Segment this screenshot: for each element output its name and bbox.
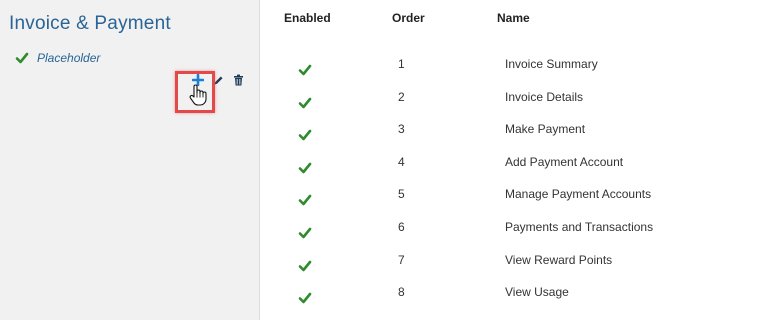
table-row[interactable]: 2 Invoice Details	[262, 80, 768, 113]
sidebar-title: Invoice & Payment	[9, 13, 171, 34]
order-cell: 3	[398, 122, 405, 137]
table-row[interactable]: 7 View Reward Points	[262, 243, 768, 276]
check-icon[interactable]	[298, 226, 312, 240]
tree-item-placeholder[interactable]: Placeholder	[15, 51, 100, 65]
check-icon	[15, 51, 29, 65]
name-cell: Manage Payment Accounts	[505, 187, 652, 202]
name-cell: View Reward Points	[505, 252, 613, 267]
table-row[interactable]: 8 View Usage	[262, 275, 768, 308]
table-body: 1 Invoice Summary 2 Invoice Details 3 Ma…	[262, 47, 768, 308]
tree-item-label: Placeholder	[37, 51, 101, 65]
table-row[interactable]: 5 Manage Payment Accounts	[262, 177, 768, 210]
check-icon[interactable]	[298, 63, 312, 77]
table-row[interactable]: 3 Make Payment	[262, 112, 768, 145]
name-cell: Make Payment	[505, 122, 586, 137]
table-row[interactable]: 6 Payments and Transactions	[262, 210, 768, 243]
order-cell: 6	[398, 219, 405, 234]
order-cell: 7	[398, 252, 405, 267]
name-cell: Add Payment Account	[505, 154, 624, 169]
order-cell: 8	[398, 285, 405, 300]
name-cell: Payments and Transactions	[505, 219, 654, 234]
name-cell: Invoice Details	[505, 89, 584, 104]
hand-cursor-icon	[189, 84, 207, 111]
check-icon[interactable]	[298, 259, 312, 273]
check-icon[interactable]	[298, 291, 312, 305]
check-icon[interactable]	[298, 96, 312, 110]
table-row[interactable]: 1 Invoice Summary	[262, 47, 768, 80]
table-row[interactable]: 4 Add Payment Account	[262, 145, 768, 178]
sidebar: Invoice & Payment Placeholder	[0, 0, 260, 320]
check-icon[interactable]	[298, 193, 312, 207]
trash-icon[interactable]	[233, 73, 244, 91]
check-icon[interactable]	[298, 128, 312, 142]
header-order[interactable]: Order	[392, 11, 425, 25]
order-cell: 2	[398, 89, 405, 104]
header-name[interactable]: Name	[497, 11, 530, 25]
order-cell: 5	[398, 187, 405, 202]
name-cell: View Usage	[505, 285, 569, 300]
header-enabled[interactable]: Enabled	[284, 11, 331, 25]
name-cell: Invoice Summary	[505, 57, 598, 71]
order-cell: 1	[398, 57, 405, 71]
check-icon[interactable]	[298, 161, 312, 175]
order-cell: 4	[398, 154, 405, 169]
